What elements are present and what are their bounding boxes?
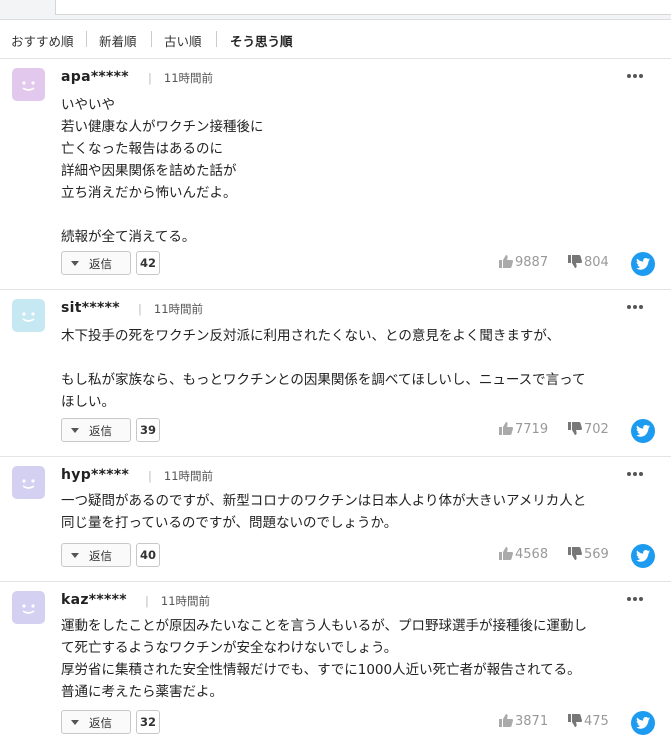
avatar xyxy=(12,466,45,499)
like-count: 7719 xyxy=(515,422,549,437)
comment-item: apa***** 11時間前 いやいや 若い健康な人がワクチン接種後に 亡くなっ… xyxy=(0,59,671,290)
like-count: 3871 xyxy=(515,714,549,729)
tab-newest[interactable]: 新着順 xyxy=(99,31,137,50)
avatar xyxy=(12,591,45,624)
username[interactable]: sit***** xyxy=(61,300,120,316)
tab-divider xyxy=(151,31,152,47)
like-count: 9887 xyxy=(515,255,549,270)
reply-button[interactable]: 返信 xyxy=(61,543,131,567)
chevron-down-icon xyxy=(71,720,79,725)
comment-item: sit***** 11時間前 木下投手の死をワクチン反対派に利用されたくない、と… xyxy=(0,290,671,457)
tab-divider xyxy=(216,31,217,47)
thumbs-up-icon xyxy=(499,714,513,727)
thumbs-down-icon xyxy=(568,547,582,560)
comment-text: 一つ疑問があるのですが、新型コロナのワクチンは日本人より体が大きいアメリカ人と … xyxy=(61,493,587,531)
dislike-button[interactable]: 702 xyxy=(568,422,609,437)
like-button[interactable]: 7719 xyxy=(499,422,548,437)
thumbs-down-icon xyxy=(568,714,582,727)
username[interactable]: hyp***** xyxy=(61,467,129,483)
more-menu-icon[interactable] xyxy=(625,469,645,479)
avatar xyxy=(12,68,45,101)
more-menu-icon[interactable] xyxy=(625,594,645,604)
like-button[interactable]: 4568 xyxy=(499,547,548,562)
reply-label: 返信 xyxy=(89,549,112,563)
reply-count[interactable]: 40 xyxy=(136,543,160,567)
thumbs-up-icon xyxy=(499,255,513,268)
twitter-share-icon[interactable] xyxy=(631,544,655,568)
top-bar xyxy=(0,0,671,20)
timestamp: 11時間前 xyxy=(148,468,213,484)
reply-label: 返信 xyxy=(89,424,112,438)
like-count: 4568 xyxy=(515,547,549,562)
timestamp: 11時間前 xyxy=(138,301,203,317)
comment-item: hyp***** 11時間前 一つ疑問があるのですが、新型コロナのワクチンは日本… xyxy=(0,457,671,582)
timestamp: 11時間前 xyxy=(145,593,210,609)
reply-label: 返信 xyxy=(89,716,112,730)
thumbs-down-icon xyxy=(568,255,582,268)
avatar xyxy=(12,299,45,332)
reply-label: 返信 xyxy=(89,257,112,271)
username[interactable]: kaz***** xyxy=(61,592,127,608)
thumbs-up-icon xyxy=(499,422,513,435)
chevron-down-icon xyxy=(71,261,79,266)
dislike-button[interactable]: 569 xyxy=(568,547,609,562)
dislike-count: 804 xyxy=(584,255,609,270)
comment-text: 運動をしたことが原因みたいなことを言う人もいるが、プロ野球選手が接種後に運動し … xyxy=(61,618,587,700)
dislike-count: 475 xyxy=(584,714,609,729)
more-menu-icon[interactable] xyxy=(625,302,645,312)
twitter-share-icon[interactable] xyxy=(631,252,655,276)
dislike-button[interactable]: 804 xyxy=(568,255,609,270)
tab-most-agreed[interactable]: そう思う順 xyxy=(230,31,293,50)
username[interactable]: apa***** xyxy=(61,69,129,85)
twitter-share-icon[interactable] xyxy=(631,419,655,443)
more-menu-icon[interactable] xyxy=(625,71,645,81)
twitter-share-icon[interactable] xyxy=(631,711,655,735)
comment-text: いやいや 若い健康な人がワクチン接種後に 亡くなった報告はあるのに 詳細や因果関… xyxy=(61,97,264,245)
timestamp: 11時間前 xyxy=(148,70,213,86)
reply-button[interactable]: 返信 xyxy=(61,418,131,442)
dislike-count: 702 xyxy=(584,422,609,437)
tab-oldest[interactable]: 古い順 xyxy=(164,31,202,50)
top-input-edge xyxy=(55,0,671,15)
thumbs-up-icon xyxy=(499,547,513,560)
chevron-down-icon xyxy=(71,553,79,558)
reply-button[interactable]: 返信 xyxy=(61,251,131,275)
tab-divider xyxy=(86,31,87,47)
chevron-down-icon xyxy=(71,428,79,433)
comment-text: 木下投手の死をワクチン反対派に利用されたくない、との意見をよく聞きますが、 もし… xyxy=(61,328,586,410)
sort-tabs: おすすめ順 新着順 古い順 そう思う順 xyxy=(0,20,671,59)
dislike-count: 569 xyxy=(584,547,609,562)
like-button[interactable]: 3871 xyxy=(499,714,548,729)
reply-count[interactable]: 32 xyxy=(136,710,160,734)
dislike-button[interactable]: 475 xyxy=(568,714,609,729)
comment-item: kaz***** 11時間前 運動をしたことが原因みたいなことを言う人もいるが、… xyxy=(0,582,671,749)
tab-recommended[interactable]: おすすめ順 xyxy=(11,31,74,50)
reply-count[interactable]: 42 xyxy=(136,251,160,275)
reply-button[interactable]: 返信 xyxy=(61,710,131,734)
like-button[interactable]: 9887 xyxy=(499,255,548,270)
reply-count[interactable]: 39 xyxy=(136,418,160,442)
thumbs-down-icon xyxy=(568,422,582,435)
